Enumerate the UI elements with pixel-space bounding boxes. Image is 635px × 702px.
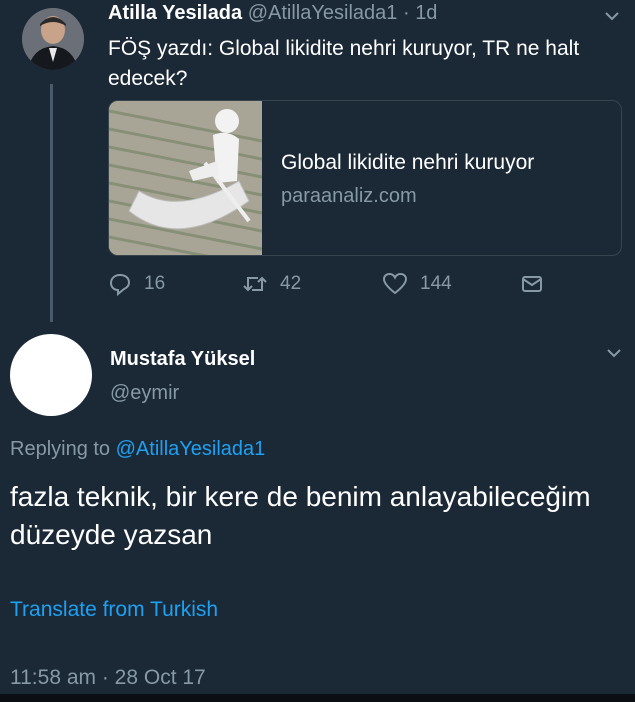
tweet1-menu-button[interactable] — [604, 6, 620, 27]
tweet1-actions: 16 42 144 — [108, 272, 608, 300]
tweet2-menu-button[interactable] — [606, 346, 622, 364]
retweet-button[interactable]: 42 — [242, 272, 301, 296]
link-card-title: Global likidite nehri kuruyor — [281, 151, 535, 174]
link-card[interactable]: Global likidite nehri kuruyor paraanaliz… — [108, 100, 622, 256]
reply-count: 16 — [144, 273, 166, 294]
like-button[interactable]: 144 — [382, 272, 452, 296]
like-icon — [382, 272, 408, 295]
tweet1-author-handle[interactable]: @AtillaYesilada1 — [248, 2, 398, 24]
tweet2-timestamp[interactable]: 11:58 am · 28 Oct 17 — [10, 666, 206, 690]
avatar-atilla[interactable] — [22, 8, 84, 70]
replying-to-label: Replying to — [10, 438, 111, 460]
link-card-domain: paraanaliz.com — [281, 185, 417, 207]
chevron-down-icon — [605, 12, 619, 21]
translate-link[interactable]: Translate from Turkish — [10, 598, 218, 622]
tweet2-text: fazla teknik, bir kere de benim anlayabi… — [10, 481, 591, 550]
like-count: 144 — [420, 273, 452, 294]
link-card-image — [109, 101, 262, 255]
avatar-mustafa[interactable] — [10, 334, 92, 416]
bottom-edge — [0, 694, 635, 702]
tweet1-author-name[interactable]: Atilla Yesilada — [108, 2, 242, 24]
replying-to: Replying to @AtillaYesilada1 — [10, 438, 265, 461]
tweet1-separator: · — [402, 2, 410, 24]
retweet-count: 42 — [280, 273, 302, 294]
reply-button[interactable]: 16 — [108, 272, 165, 296]
tweet2-author-handle[interactable]: @eymir — [110, 382, 179, 405]
reply-icon — [109, 273, 131, 296]
thread-connector-line — [50, 84, 53, 322]
tweet1-age[interactable]: 1d — [415, 2, 437, 24]
tweet2-author-name[interactable]: Mustafa Yüksel — [110, 348, 255, 371]
direct-message-button[interactable] — [520, 272, 556, 296]
direct-message-icon — [522, 276, 542, 292]
avatar-image — [22, 8, 84, 70]
tweet1-header: Atilla Yesilada @AtillaYesilada1 · 1d — [108, 2, 437, 25]
replying-to-handle-link[interactable]: @AtillaYesilada1 — [116, 438, 266, 460]
tweet1-text: FÖŞ yazdı: Global likidite nehri kuruyor… — [108, 37, 580, 90]
retweet-icon — [243, 276, 267, 292]
chevron-down-icon — [607, 349, 621, 358]
